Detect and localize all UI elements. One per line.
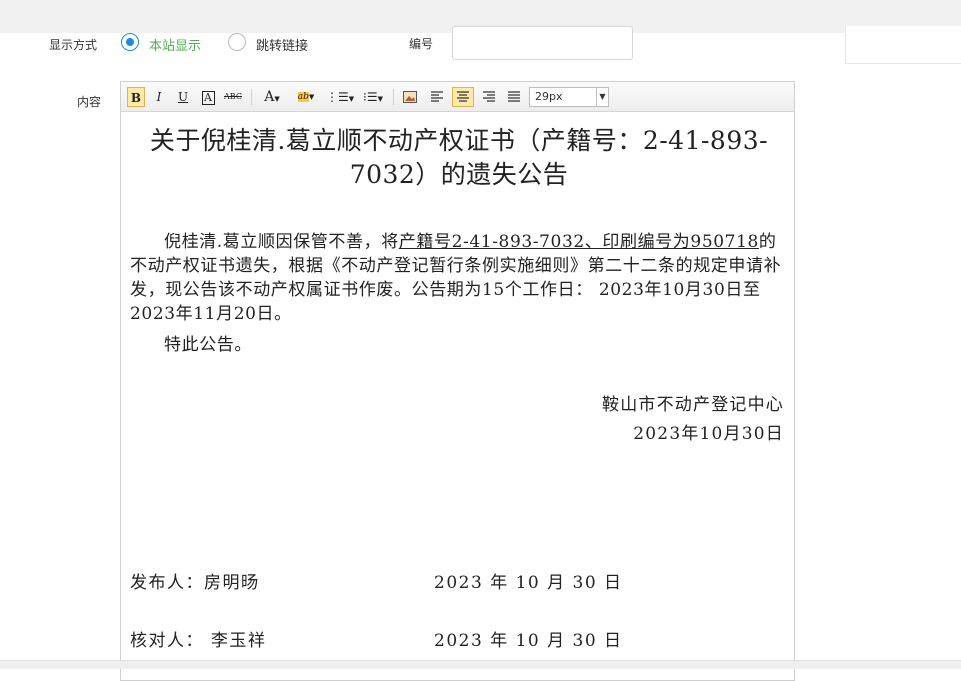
justify-icon xyxy=(508,91,520,102)
document-paragraph: 倪桂清.葛立顺因保管不善，将产籍号2-41-893-7032、印刷编号为9507… xyxy=(130,230,786,326)
align-right-button[interactable] xyxy=(480,87,498,107)
checker-date: 2023 年 10 月 30 日 xyxy=(434,631,623,651)
toolbar-separator xyxy=(393,89,394,105)
align-left-button[interactable] xyxy=(428,87,446,107)
chevron-down-icon: ▼ xyxy=(596,88,608,106)
align-right-icon xyxy=(483,91,495,102)
highlight-button[interactable]: ab▼ xyxy=(291,87,321,107)
align-left-icon xyxy=(431,91,443,102)
strikethrough-button[interactable]: ABC xyxy=(222,87,244,107)
unordered-list-button[interactable]: ⁝☰▼ xyxy=(359,87,387,107)
publisher-date: 2023 年 10 月 30 日 xyxy=(434,573,623,593)
right-panel xyxy=(845,26,961,64)
underline-button[interactable]: U xyxy=(175,87,191,107)
font-color-button[interactable]: A▼ xyxy=(258,87,286,107)
radio-redirect-label[interactable]: 跳转链接 xyxy=(256,35,308,54)
chevron-down-icon: ▼ xyxy=(377,95,383,103)
highlight-icon: ab xyxy=(297,92,309,102)
radio-redirect[interactable] xyxy=(228,33,246,51)
paragraph-text-start: 倪桂清.葛立顺因保管不善，将 xyxy=(164,232,399,252)
italic-button[interactable]: I xyxy=(151,87,167,107)
toolbar-separator xyxy=(251,89,252,105)
border-text-button[interactable]: A xyxy=(200,87,216,107)
number-input[interactable] xyxy=(452,26,633,60)
bold-button[interactable]: B xyxy=(127,87,145,107)
insert-image-button[interactable] xyxy=(401,87,419,107)
content-label: 内容 xyxy=(77,95,102,109)
align-center-button[interactable] xyxy=(452,87,474,107)
display-mode-label: 显示方式 xyxy=(49,38,98,52)
image-icon xyxy=(403,91,417,103)
border-text-icon: A xyxy=(201,91,215,105)
chevron-down-icon: ▼ xyxy=(308,93,315,101)
align-center-icon xyxy=(457,91,469,102)
publisher-line: 发布人：房明旸 xyxy=(130,573,260,593)
ordered-list-icon: ⋮☰ xyxy=(326,90,349,104)
radio-onsite-label[interactable]: 本站显示 xyxy=(149,35,201,54)
justify-button[interactable] xyxy=(505,87,523,107)
font-color-icon: A xyxy=(264,89,275,105)
unordered-list-icon: ⁝☰ xyxy=(363,90,378,104)
chevron-down-icon: ▼ xyxy=(348,95,355,103)
font-size-select[interactable]: 29px ▼ xyxy=(529,87,609,107)
editor-toolbar: B I U A ABC A▼ ab▼ ⋮☰▼ ⁝☰▼ 29px ▼ xyxy=(121,82,794,112)
issuing-organization: 鞍山市不动产登记中心 xyxy=(602,395,784,415)
chevron-down-icon: ▼ xyxy=(274,95,280,103)
issue-date: 2023年10月30日 xyxy=(633,424,784,444)
radio-onsite[interactable] xyxy=(121,33,139,51)
underlined-text: 产籍号2-41-893-7032、印刷编号为950718 xyxy=(398,232,759,252)
checker-line: 核对人： 李玉祥 xyxy=(130,631,267,651)
closing-paragraph: 特此公告。 xyxy=(164,335,252,355)
document-title: 关于倪桂清.葛立顺不动产权证书（产籍号：2-41-893-7032）的遗失公告 xyxy=(149,126,769,189)
rich-text-editor[interactable]: B I U A ABC A▼ ab▼ ⋮☰▼ ⁝☰▼ 29px ▼ 关于倪桂清.… xyxy=(120,81,795,681)
font-size-value: 29px xyxy=(535,90,563,103)
ordered-list-button[interactable]: ⋮☰▼ xyxy=(326,87,354,107)
number-label: 编号 xyxy=(409,37,434,51)
